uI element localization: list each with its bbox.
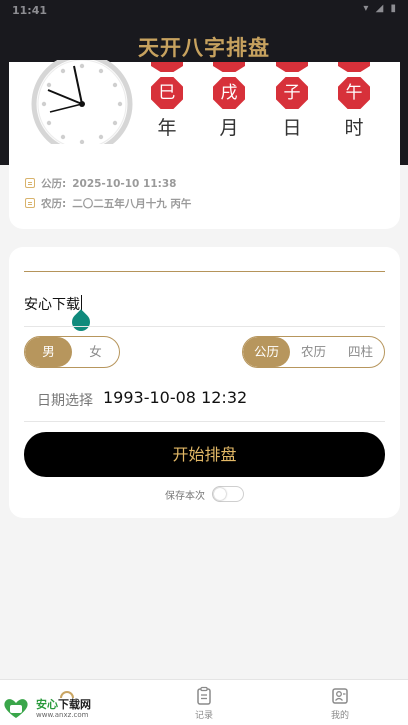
date-select-value[interactable]: 1993-10-08 12:32 — [103, 388, 247, 407]
gregorian-date-line: 公历: 2025-10-10 11:38 — [25, 176, 176, 191]
record-icon — [197, 686, 211, 705]
lunar-date-line: 农历: 二〇二五年八月十九 丙午 — [25, 196, 191, 211]
clock-icon — [30, 60, 134, 144]
status-icons: ▾ ◢ ▮ — [363, 3, 398, 14]
status-time: 11:41 — [12, 4, 48, 17]
watermark-logo: 安心下载网 www.anxz.com — [2, 696, 91, 720]
nav-item-records[interactable]: 记录 — [174, 686, 234, 721]
calendar-option-gregorian[interactable]: 公历 — [243, 337, 290, 367]
gregorian-label: 公历: — [41, 178, 67, 190]
pillar-branch-badge: 戌 — [213, 77, 245, 109]
calendar-icon — [25, 198, 35, 208]
pillar-day: 子 日 — [272, 62, 312, 140]
watermark-brand-dark: 下载网 — [58, 697, 91, 711]
lunar-label: 农历: — [41, 198, 67, 210]
pillar-year: 巳 年 — [147, 62, 187, 140]
divider — [24, 326, 385, 327]
pillar-hour: 午 时 — [334, 62, 374, 140]
nav-item-profile[interactable]: 我的 — [310, 686, 370, 721]
gold-divider — [24, 271, 385, 272]
pillar-label: 日 — [282, 117, 302, 139]
date-select-label: 日期选择 — [37, 393, 93, 409]
pillar-stem-badge — [276, 62, 308, 72]
nav-label: 记录 — [194, 711, 213, 721]
input-form-card: 男 女 公历 农历 四柱 日期选择 1993-10-08 12:32 开始排盘 … — [9, 247, 400, 518]
nav-label: 我的 — [330, 711, 349, 721]
gender-option-female[interactable]: 女 — [72, 337, 119, 367]
pillar-month: 戌 月 — [209, 62, 249, 140]
toggle-knob — [214, 488, 226, 500]
pillar-stem-badge — [151, 62, 183, 72]
watermark-url: www.anxz.com — [36, 710, 89, 719]
profile-icon — [332, 688, 348, 704]
lunar-value: 二〇二五年八月十九 丙午 — [72, 198, 192, 210]
pillar-label: 月 — [219, 117, 239, 139]
pillar-label: 时 — [344, 117, 364, 139]
pillar-branch-badge: 午 — [338, 77, 370, 109]
pillar-branch-badge: 巳 — [151, 77, 183, 109]
app-screen: 11:41 ▾ ◢ ▮ 天开八字排盘 巳 年 戌 月 子 日 午 时 公历: 2… — [0, 0, 408, 725]
watermark-brand-green: 安心 — [36, 697, 58, 711]
gender-option-male[interactable]: 男 — [25, 337, 72, 367]
calendar-icon — [25, 178, 35, 188]
pillar-stem-badge — [213, 62, 245, 72]
name-input[interactable] — [24, 293, 324, 315]
calendar-option-four-pillars[interactable]: 四柱 — [337, 337, 384, 367]
gregorian-value: 2025-10-10 11:38 — [72, 178, 177, 190]
calendar-option-lunar[interactable]: 农历 — [290, 337, 337, 367]
gender-selector: 男 女 — [24, 336, 120, 368]
save-this-label: 保存本次 — [165, 491, 205, 502]
calendar-type-selector: 公历 农历 四柱 — [242, 336, 385, 368]
start-paipan-button[interactable]: 开始排盘 — [24, 432, 385, 477]
save-toggle[interactable] — [212, 486, 244, 502]
pillar-stem-badge — [338, 62, 370, 72]
pillar-label: 年 — [157, 117, 177, 139]
pillar-branch-badge: 子 — [276, 77, 308, 109]
divider — [24, 421, 385, 422]
app-title: 天开八字排盘 — [138, 35, 270, 60]
bottom-nav: 记录 我的 安心下载网 www.anxz.com — [0, 679, 408, 725]
heart-logo-icon — [2, 696, 30, 720]
